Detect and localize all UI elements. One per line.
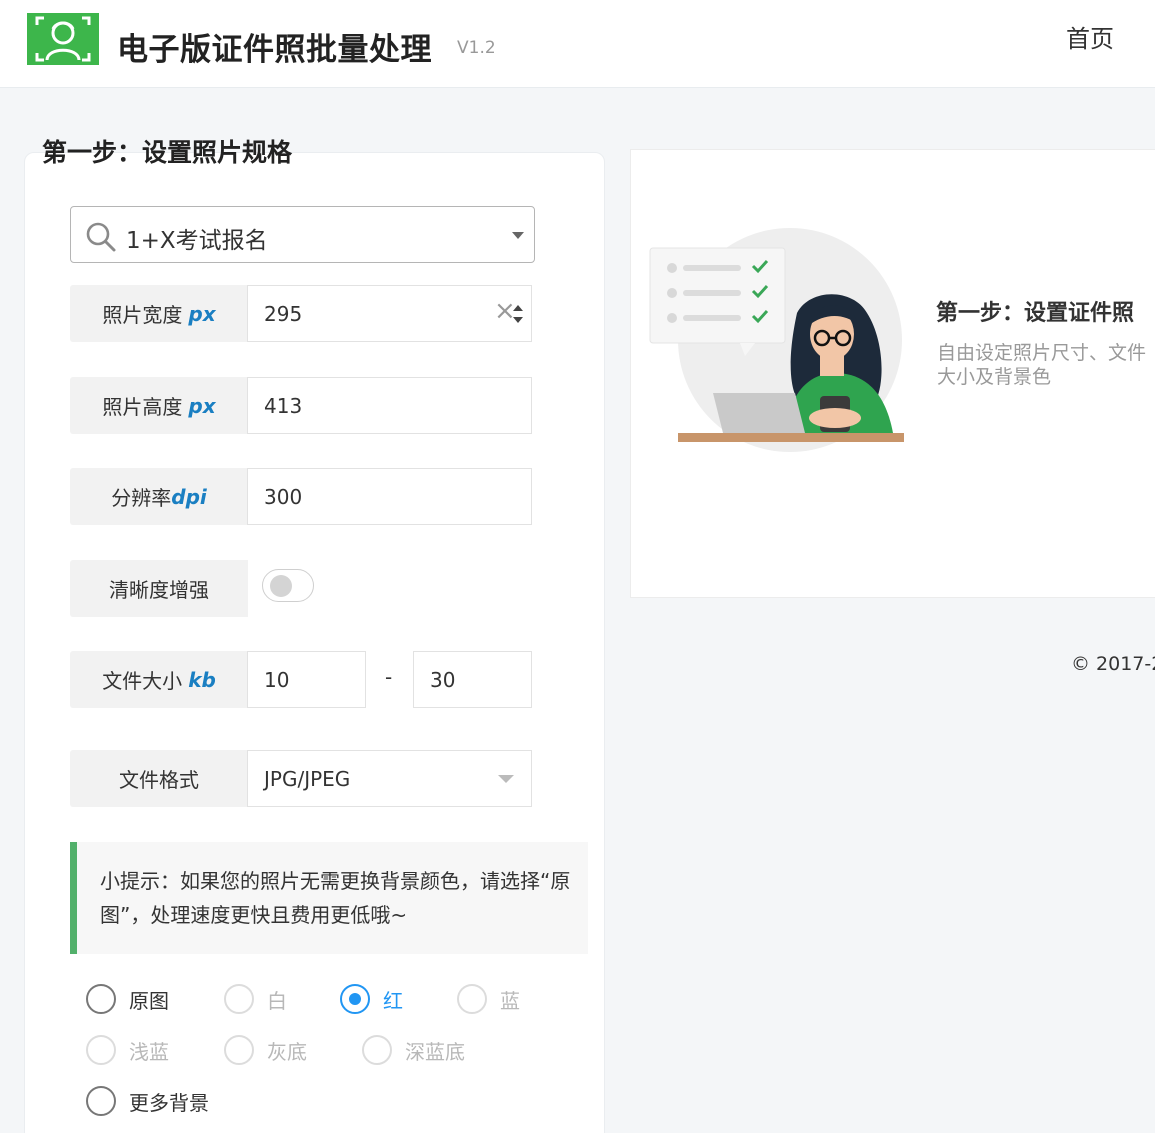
enhance-label: 清晰度增强 — [70, 560, 248, 617]
guide-title: 第一步：设置证件照 — [936, 301, 1135, 326]
copyright-text: © 2017-2 — [1071, 653, 1155, 675]
radio-label: 浅蓝 — [129, 1039, 169, 1064]
enhance-toggle[interactable] — [262, 569, 314, 602]
search-icon — [86, 222, 116, 252]
height-label-text: 照片高度 — [102, 395, 183, 419]
step-title: 第一步：设置照片规格 — [42, 138, 293, 167]
width-label: 照片宽度 px — [70, 285, 248, 342]
format-select-value: JPG/JPEG — [264, 766, 351, 791]
format-select[interactable]: JPG/JPEG — [247, 750, 532, 807]
radio-label: 红 — [383, 988, 403, 1013]
app-version: V1.2 — [457, 38, 496, 58]
bg-radio-white[interactable]: 白 — [224, 984, 287, 1014]
nav-home-link[interactable]: 首页 — [1066, 19, 1114, 54]
dpi-unit: dpi — [171, 484, 207, 509]
bg-radio-gray[interactable]: 灰底 — [224, 1035, 307, 1065]
radio-circle-checked — [340, 984, 370, 1014]
chevron-down-icon — [512, 232, 524, 239]
format-label-text: 文件格式 — [119, 768, 199, 792]
range-separator: - — [385, 665, 393, 689]
file-size-min-input[interactable] — [247, 651, 366, 708]
radio-label: 灰底 — [267, 1039, 307, 1064]
file-size-unit: kb — [188, 667, 216, 692]
tip-box: 小提示：如果您的照片无需更换背景颜色，请选择“原图”，处理速度更快且费用更低哦~ — [70, 842, 588, 954]
radio-label: 白 — [267, 988, 287, 1013]
file-size-label: 文件大小 kb — [70, 651, 248, 708]
bg-radio-light-blue[interactable]: 浅蓝 — [86, 1035, 169, 1065]
radio-label: 更多背景 — [129, 1090, 209, 1115]
dpi-label-text: 分辨率 — [111, 486, 172, 510]
woman-checklist-illustration — [649, 228, 904, 452]
spin-down-icon[interactable] — [513, 317, 523, 323]
radio-label: 原图 — [129, 988, 169, 1013]
toggle-knob — [270, 575, 292, 597]
radio-label: 蓝 — [500, 988, 520, 1013]
radio-circle — [362, 1035, 392, 1065]
height-label: 照片高度 px — [70, 377, 248, 434]
height-input[interactable] — [247, 377, 532, 434]
bg-radio-more[interactable]: 更多背景 — [86, 1086, 209, 1116]
dpi-label: 分辨率 dpi — [70, 468, 248, 525]
top-header: 电子版证件照批量处理 V1.2 首页 — [0, 0, 1155, 88]
preset-select-value: 1+X考试报名 — [126, 228, 268, 254]
file-size-max-input[interactable] — [413, 651, 532, 708]
bg-radio-dark-blue[interactable]: 深蓝底 — [362, 1035, 465, 1065]
file-size-label-text: 文件大小 — [102, 669, 183, 693]
logo — [27, 13, 99, 65]
radio-circle — [86, 1086, 116, 1116]
width-input[interactable] — [247, 285, 532, 342]
chevron-down-icon — [498, 775, 514, 783]
radio-circle — [457, 984, 487, 1014]
tip-text: 小提示：如果您的照片无需更换背景颜色，请选择“原图”，处理速度更快且费用更低哦~ — [100, 869, 571, 927]
app-title: 电子版证件照批量处理 — [117, 32, 432, 68]
radio-circle — [224, 984, 254, 1014]
bg-radio-red[interactable]: 红 — [340, 984, 403, 1014]
width-label-text: 照片宽度 — [102, 303, 183, 327]
width-unit: px — [188, 301, 216, 326]
radio-circle — [224, 1035, 254, 1065]
dpi-input[interactable] — [247, 468, 532, 525]
radio-circle — [86, 984, 116, 1014]
radio-label: 深蓝底 — [405, 1039, 465, 1064]
bg-radio-blue[interactable]: 蓝 — [457, 984, 520, 1014]
radio-circle — [86, 1035, 116, 1065]
guide-description: 自由设定照片尺寸、文件大小及背景色 — [937, 342, 1147, 388]
spin-up-icon[interactable] — [513, 305, 523, 311]
format-label: 文件格式 — [70, 750, 248, 807]
enhance-label-text: 清晰度增强 — [109, 578, 209, 602]
preset-select[interactable]: 1+X考试报名 — [70, 206, 535, 263]
height-unit: px — [188, 393, 216, 418]
id-photo-person-icon — [35, 16, 91, 62]
bg-radio-original[interactable]: 原图 — [86, 984, 169, 1014]
